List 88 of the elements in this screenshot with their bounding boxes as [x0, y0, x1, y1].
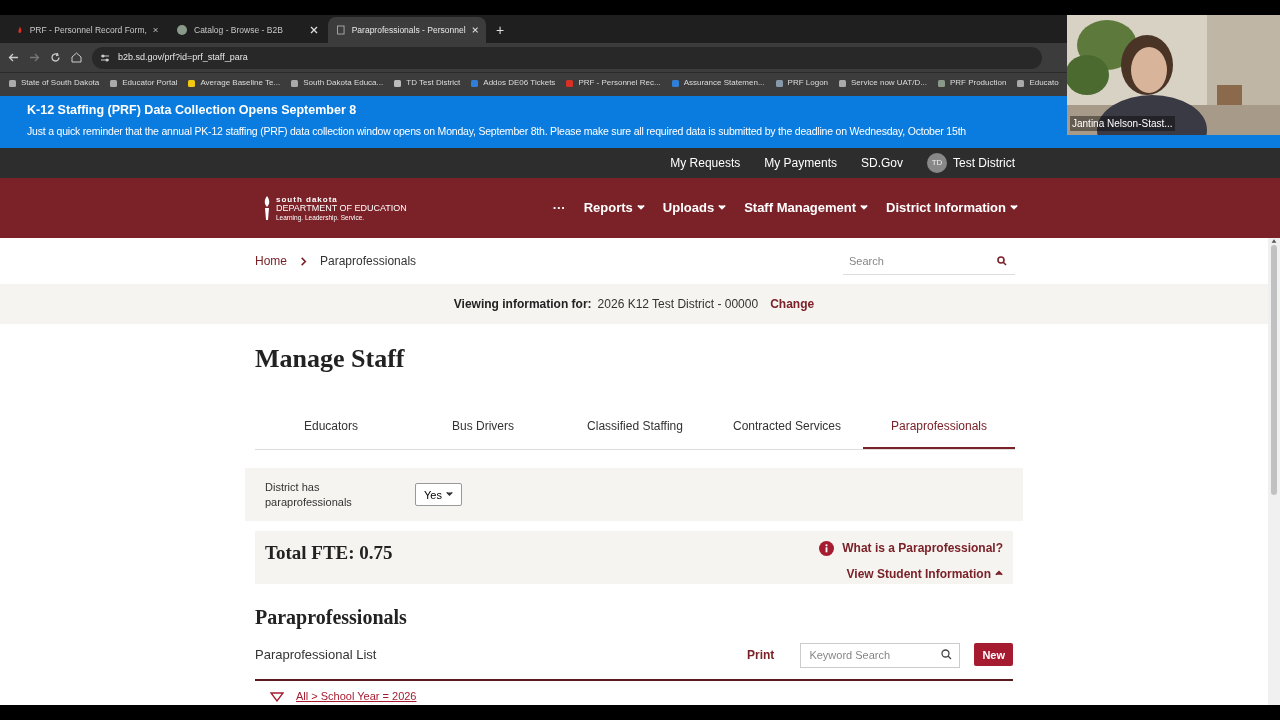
- reload-icon[interactable]: [50, 52, 61, 63]
- change-link[interactable]: Change: [770, 295, 815, 314]
- caret-icon: [718, 204, 727, 212]
- settings-icon[interactable]: [100, 52, 110, 63]
- context-label: Viewing information for:: [453, 296, 592, 314]
- nav-menu[interactable]: Reports: [583, 198, 645, 218]
- list-title: Paraprofessional List: [255, 646, 377, 665]
- bookmark[interactable]: PRF Logon: [774, 77, 829, 89]
- bookmark-icon: [774, 78, 784, 88]
- utility-link[interactable]: My Payments: [764, 154, 837, 172]
- bookmark[interactable]: Service now UAT/D...: [838, 77, 927, 89]
- home-icon[interactable]: [71, 52, 82, 63]
- yes-no-select[interactable]: Yes: [415, 483, 462, 507]
- section-title: Paraprofessionals: [255, 605, 408, 631]
- tab[interactable]: Classified Staffing: [559, 409, 711, 450]
- browser-tab[interactable]: Paraprofessionals - Personnel: [328, 17, 486, 43]
- caret-icon: [445, 491, 453, 499]
- keyword-search-field[interactable]: Keyword Search: [800, 643, 961, 668]
- address-bar[interactable]: b2b.sd.gov/prf?id=prf_staff_para: [92, 46, 1042, 69]
- bookmark-icon: [109, 78, 119, 88]
- bookmark[interactable]: Average Baseline Te...: [187, 77, 281, 89]
- field-label: District has paraprofessionals: [265, 479, 353, 510]
- new-button[interactable]: New: [974, 643, 1013, 667]
- close-icon[interactable]: [310, 26, 318, 34]
- nav-menu[interactable]: District Information: [886, 198, 1018, 218]
- bookmark-icon: [838, 78, 848, 88]
- bookmark[interactable]: South Dakota Educa...: [290, 77, 384, 89]
- back-icon[interactable]: [8, 52, 19, 63]
- total-fte: Total FTE: 0.75: [265, 541, 393, 566]
- breadcrumb-current: Paraprofessionals: [320, 253, 417, 271]
- tab-title: Catalog - Browse - B2B: [194, 23, 284, 37]
- student-info-link[interactable]: View Student Information: [846, 565, 1003, 584]
- close-icon[interactable]: [152, 26, 158, 34]
- bookmark-icon: [187, 78, 197, 88]
- utility-link[interactable]: SD.Gov: [860, 154, 903, 172]
- print-link[interactable]: Print: [747, 646, 775, 664]
- banner-title: K-12 Staffing (PRF) Data Collection Opens September 8: [27, 102, 358, 118]
- scrollbar-thumb[interactable]: [1271, 245, 1277, 495]
- participant-name: Jantina Nelson-Stast...: [1070, 116, 1175, 131]
- utility-link[interactable]: My Requests: [670, 154, 741, 172]
- nav-menu[interactable]: Uploads: [662, 198, 727, 218]
- close-icon[interactable]: [471, 26, 478, 34]
- breadcrumb-link[interactable]: Home: [255, 252, 287, 271]
- page-title: Manage Staff: [255, 343, 406, 376]
- bookmark[interactable]: Addos DE06 Tickets: [470, 77, 556, 89]
- more-menu[interactable]: ···: [552, 198, 566, 218]
- bookmark-icon: [936, 78, 946, 88]
- bookmark[interactable]: Educato: [1016, 77, 1059, 89]
- url-text: b2b.sd.gov/prf?id=prf_staff_para: [118, 50, 248, 64]
- bookmark[interactable]: PRF - Personnel Rec...: [565, 77, 661, 89]
- torch-icon: [262, 195, 272, 221]
- banner-text: Just a quick reminder that the annual PK-12 staffing (PRF) data collection window opens on Monday, September 8th. Please make sure all required data is submitted by the deadline on Wednesday, October 15th: [27, 124, 966, 139]
- caret-icon: [1010, 204, 1018, 212]
- tab[interactable]: Contracted Services: [711, 409, 863, 450]
- bookmark-icon: [393, 78, 403, 88]
- info-icon: [819, 540, 835, 556]
- bookmark[interactable]: Assurance Statemen...: [670, 77, 765, 89]
- context-value: 2026 K12 Test District - 00000: [597, 296, 759, 314]
- bookmark[interactable]: Educator Portal: [109, 77, 178, 89]
- new-tab-button[interactable]: +: [488, 17, 513, 43]
- filter-icon: [270, 691, 284, 702]
- bookmark[interactable]: TD Test District: [393, 77, 461, 89]
- bookmark[interactable]: PRF Production: [936, 77, 1007, 89]
- tab[interactable]: Paraprofessionals: [863, 409, 1015, 450]
- user-menu[interactable]: TD Test District: [927, 153, 1015, 173]
- search-icon[interactable]: [997, 256, 1007, 267]
- caret-icon: [636, 204, 645, 212]
- bookmark-icon: [1016, 78, 1026, 88]
- caret-icon: [860, 204, 869, 212]
- help-link[interactable]: What is a Paraprofessional?: [819, 539, 1003, 558]
- search-field[interactable]: Search: [843, 248, 1015, 275]
- bookmark-icon: [670, 78, 680, 88]
- tab-title: PRF - Personnel Record Form,: [29, 23, 147, 37]
- tab[interactable]: Bus Drivers: [407, 409, 559, 450]
- nav-menu[interactable]: Staff Management: [744, 198, 869, 218]
- tab[interactable]: Educators: [255, 409, 407, 450]
- bookmark-icon: [470, 78, 480, 88]
- user-avatar: TD: [927, 153, 947, 173]
- bookmark-icon: [290, 78, 300, 88]
- bookmark-icon: [8, 78, 17, 88]
- bookmark[interactable]: State of South Dakota: [8, 77, 100, 89]
- forward-icon[interactable]: [29, 52, 40, 63]
- page-icon: [336, 24, 346, 36]
- chevron-icon: [299, 256, 308, 266]
- tab-title: Paraprofessionals - Personnel: [351, 23, 466, 37]
- bookmark-icon: [565, 78, 575, 88]
- search-icon[interactable]: [941, 649, 953, 661]
- filter-link[interactable]: All > School Year = 2026: [296, 688, 417, 705]
